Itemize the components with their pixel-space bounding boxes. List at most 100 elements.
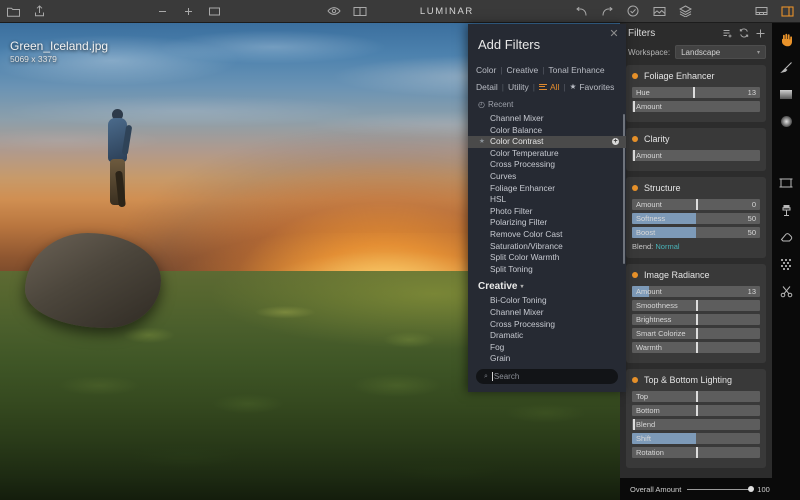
filter-card-header[interactable]: Foliage Enhancer [632, 71, 760, 81]
tab-color[interactable]: Color [476, 65, 496, 75]
filter-enabled-dot-icon[interactable] [632, 136, 638, 142]
filter-list-item[interactable]: Saturation/Vibrance [468, 241, 626, 253]
slider-knob[interactable] [633, 150, 635, 161]
denoise-tool[interactable] [776, 255, 796, 273]
filter-slider[interactable]: Amount [632, 101, 760, 112]
redo-icon[interactable] [594, 0, 620, 23]
slider-knob[interactable] [696, 447, 698, 458]
right-panel-toggle-icon[interactable] [774, 0, 800, 23]
slider-knob[interactable] [693, 87, 696, 98]
hand-tool[interactable] [776, 31, 796, 49]
sync-icon[interactable] [739, 28, 749, 38]
filter-slider[interactable]: Warmth [632, 342, 760, 353]
filter-slider[interactable]: Softness 50 [632, 213, 760, 224]
brush-tool[interactable] [776, 58, 796, 76]
filter-list-item[interactable]: Color Contrast + [468, 136, 626, 148]
filter-enabled-dot-icon[interactable] [632, 73, 638, 79]
undo-icon[interactable] [568, 0, 594, 23]
tab-all[interactable]: All [550, 82, 559, 92]
filter-list-item[interactable]: Foliage Enhancer [468, 183, 626, 195]
tab-utility[interactable]: Utility [508, 82, 529, 92]
slider-knob[interactable] [633, 101, 635, 112]
close-icon[interactable]: ✕ [608, 28, 620, 40]
filter-list-item[interactable]: Curves [468, 171, 626, 183]
filter-list-item[interactable]: Cross Processing [468, 319, 626, 331]
filter-list-item[interactable]: HSL [468, 194, 626, 206]
clone-stamp-tool[interactable] [776, 201, 796, 219]
slider-knob[interactable] [696, 314, 698, 325]
slider-knob[interactable] [748, 486, 755, 492]
zoom-out-icon[interactable] [150, 0, 176, 23]
filter-enabled-dot-icon[interactable] [632, 377, 638, 383]
radial-mask-tool[interactable] [776, 112, 796, 130]
add-filter-icon[interactable]: + [612, 138, 619, 146]
filter-list-item[interactable]: Channel Mixer [468, 113, 626, 125]
folder-icon[interactable] [0, 0, 26, 23]
share-icon[interactable] [26, 0, 52, 23]
filter-list-item[interactable]: Dramatic [468, 330, 626, 342]
filter-list-item[interactable]: Photo Filter [468, 206, 626, 218]
image-icon[interactable] [646, 0, 672, 23]
layers-icon[interactable] [672, 0, 698, 23]
blend-value[interactable]: Normal [655, 242, 679, 251]
filter-list-item[interactable]: Fog [468, 342, 626, 354]
workspace-dropdown[interactable]: Landscape ▾ [675, 45, 766, 59]
blend-mode-row[interactable]: Blend: Normal [632, 242, 760, 251]
filter-slider[interactable]: Smart Colorize [632, 328, 760, 339]
filter-list-item[interactable]: Polarizing Filter [468, 217, 626, 229]
slider-knob[interactable] [696, 391, 698, 402]
filter-list-item[interactable]: Remove Color Cast [468, 229, 626, 241]
filter-enabled-dot-icon[interactable] [632, 185, 638, 191]
filter-list-item[interactable]: Color Temperature [468, 148, 626, 160]
tab-favorites[interactable]: Favorites [579, 82, 614, 92]
filter-slider[interactable]: Boost 50 [632, 227, 760, 238]
filter-slider[interactable]: Amount 0 [632, 199, 760, 210]
compare-split-icon[interactable] [347, 0, 373, 23]
sync-check-icon[interactable] [620, 0, 646, 23]
filter-slider[interactable]: Bottom [632, 405, 760, 416]
crop-tool[interactable] [776, 174, 796, 192]
filter-card-header[interactable]: Image Radiance [632, 270, 760, 280]
category-header-creative[interactable]: Creative ▾ [468, 275, 626, 295]
fit-to-screen-icon[interactable] [202, 0, 228, 23]
erase-tool[interactable] [776, 228, 796, 246]
slider-knob[interactable] [696, 405, 698, 416]
slider-knob[interactable] [696, 300, 698, 311]
gradient-mask-tool[interactable] [776, 85, 796, 103]
scissors-tool[interactable] [776, 282, 796, 300]
filter-slider[interactable]: Rotation [632, 447, 760, 458]
filter-slider[interactable]: Top [632, 391, 760, 402]
filter-list-item[interactable]: Channel Mixer [468, 307, 626, 319]
filter-list-item[interactable]: Cross Processing [468, 159, 626, 171]
filter-card-header[interactable]: Top & Bottom Lighting [632, 375, 760, 385]
filter-list-item[interactable]: Split Color Warmth [468, 252, 626, 264]
filter-slider[interactable]: Shift [632, 433, 760, 444]
filmstrip-toggle-icon[interactable] [748, 0, 774, 23]
slider-knob[interactable] [633, 419, 635, 430]
filter-cards-list[interactable]: Foliage Enhancer Hue 13 Amount Clarity Amount… [620, 61, 772, 500]
filter-list-item[interactable]: Grain [468, 353, 626, 363]
tab-creative[interactable]: Creative [507, 65, 539, 75]
filter-card-header[interactable]: Structure [632, 183, 760, 193]
preview-eye-icon[interactable] [321, 0, 347, 23]
filter-enabled-dot-icon[interactable] [632, 272, 638, 278]
slider-knob[interactable] [696, 342, 698, 353]
filter-card-header[interactable]: Clarity [632, 134, 760, 144]
add-to-list-icon[interactable] [723, 29, 733, 38]
tab-detail[interactable]: Detail [476, 82, 498, 92]
add-filter-plus-icon[interactable] [755, 28, 766, 39]
filter-list-item[interactable]: Bi-Color Toning [468, 295, 626, 307]
slider-knob[interactable] [696, 199, 698, 210]
filter-slider[interactable]: Brightness [632, 314, 760, 325]
filter-list-item[interactable]: Split Toning [468, 264, 626, 276]
search-input[interactable]: ⌕ Search [476, 369, 618, 384]
slider-knob[interactable] [696, 328, 698, 339]
filter-slider[interactable]: Blend [632, 419, 760, 430]
filter-slider[interactable]: Amount [632, 150, 760, 161]
zoom-in-icon[interactable] [176, 0, 202, 23]
tab-tonal-enhance[interactable]: Tonal Enhance [548, 65, 604, 75]
filter-list[interactable]: Channel MixerColor BalanceColor Contrast… [468, 112, 626, 363]
filter-list-item[interactable]: Color Balance [468, 125, 626, 137]
overall-amount-slider[interactable] [687, 486, 755, 492]
filter-slider[interactable]: Amount 13 [632, 286, 760, 297]
